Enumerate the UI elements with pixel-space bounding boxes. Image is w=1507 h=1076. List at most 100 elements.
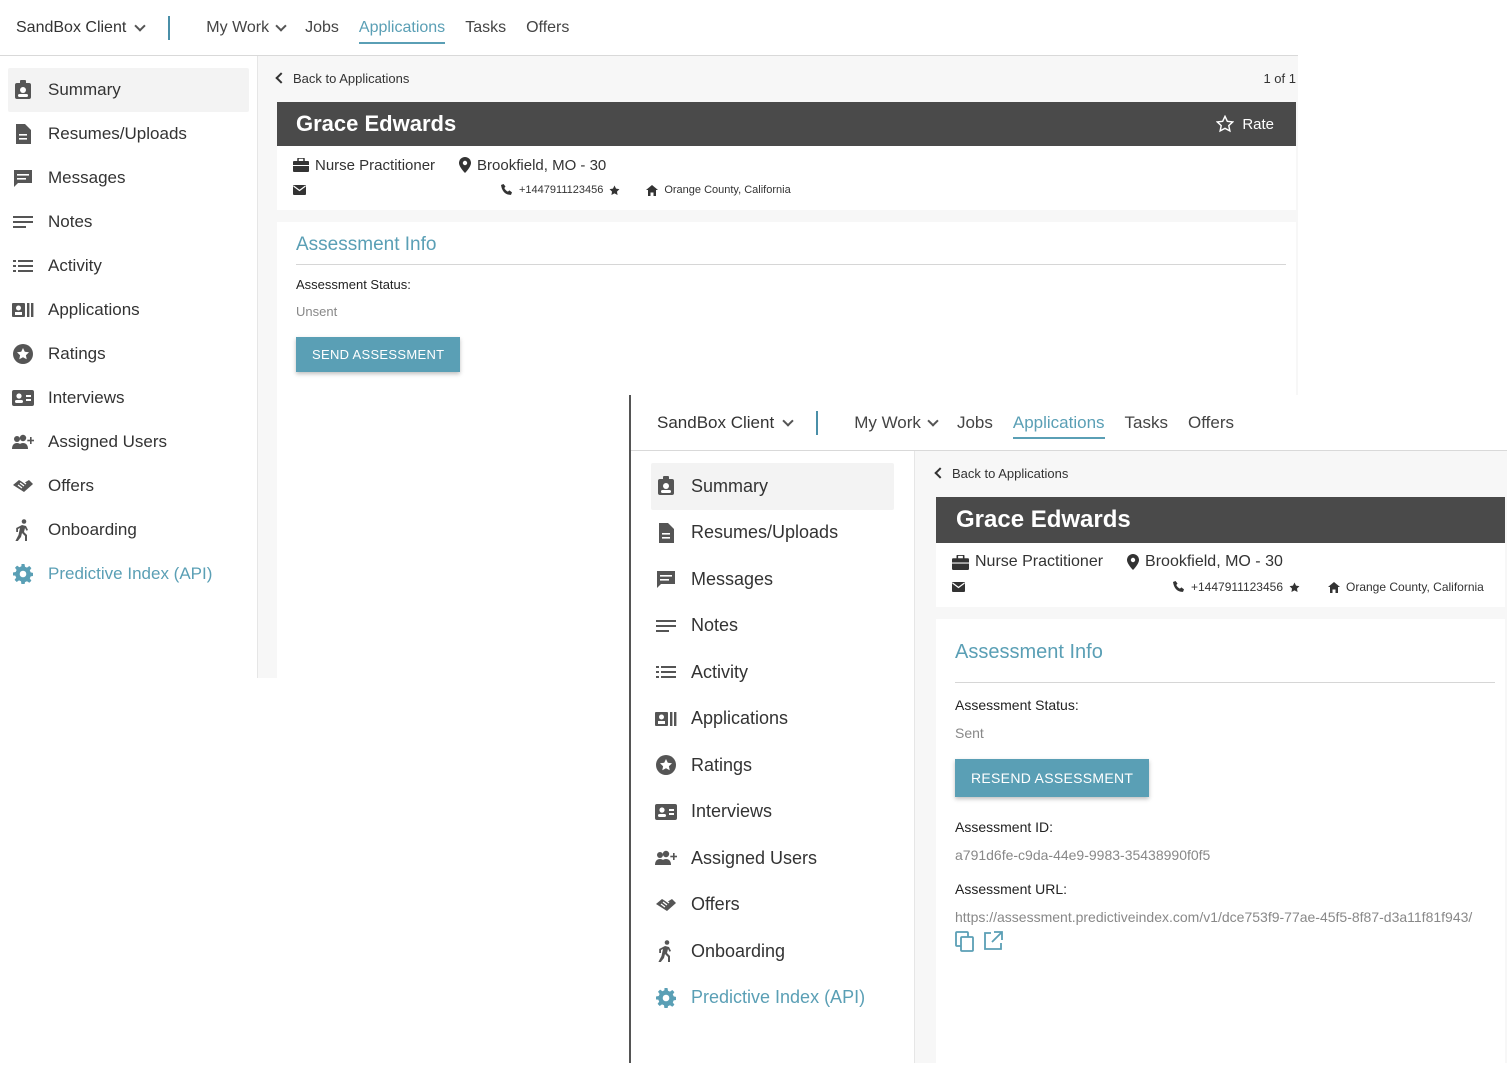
nav-jobs[interactable]: Jobs xyxy=(305,0,339,56)
sidebar-item-offers[interactable]: Offers xyxy=(8,464,249,508)
chevron-down-icon xyxy=(927,414,939,427)
client-switcher[interactable]: SandBox Client xyxy=(0,19,168,37)
candidate-info: Nurse Practitioner Brookfield, MO - 30 +… xyxy=(277,146,1296,210)
star-outline-icon xyxy=(1216,115,1235,133)
sidebar-item-applications[interactable]: Applications xyxy=(8,288,249,332)
map-pin-icon xyxy=(1127,554,1140,570)
top-nav: SandBox Client My Work Jobs Applications… xyxy=(631,395,1507,451)
star-icon xyxy=(1289,582,1300,592)
nav-jobs[interactable]: Jobs xyxy=(957,395,993,451)
nav-offers[interactable]: Offers xyxy=(1188,395,1234,451)
assessment-url-value: https://assessment.predictiveindex.com/v… xyxy=(955,909,1473,925)
interview-icon xyxy=(12,387,34,409)
sidebar-item-interviews[interactable]: Interviews xyxy=(651,789,894,836)
sidebar-item-ratings[interactable]: Ratings xyxy=(8,332,249,376)
assessment-url-label: Assessment URL: xyxy=(955,881,1068,897)
candidate-header: Grace Edwards xyxy=(936,497,1505,543)
applications-icon xyxy=(12,299,34,321)
sidebar-item-notes[interactable]: Notes xyxy=(8,200,249,244)
top-nav: SandBox Client My Work Jobs Applications… xyxy=(0,0,1298,56)
open-external-icon[interactable] xyxy=(983,931,1003,951)
send-assessment-button[interactable]: SEND ASSESSMENT xyxy=(296,337,461,372)
nav-my-work[interactable]: My Work xyxy=(206,0,287,56)
assessment-status-value: Unsent xyxy=(296,304,338,319)
nav-applications[interactable]: Applications xyxy=(358,0,446,56)
client-name: SandBox Client xyxy=(16,18,127,36)
sidebar-item-offers[interactable]: Offers xyxy=(651,882,894,929)
sidebar-item-activity[interactable]: Activity xyxy=(8,244,249,288)
job-title: Nurse Practitioner xyxy=(952,553,1103,571)
email-icon[interactable] xyxy=(293,185,306,195)
email-icon[interactable] xyxy=(952,582,965,592)
sidebar-item-summary[interactable]: Summary xyxy=(651,463,894,510)
star-circle-icon xyxy=(655,754,677,776)
star-icon xyxy=(609,185,620,195)
candidate-name: Grace Edwards xyxy=(956,506,1131,533)
add-user-icon xyxy=(12,431,34,453)
sidebar-item-interviews[interactable]: Interviews xyxy=(8,376,249,420)
sidebar-item-onboarding[interactable]: Onboarding xyxy=(8,508,249,552)
applications-icon xyxy=(655,708,677,730)
back-to-applications-link[interactable]: Back to Applications xyxy=(275,71,409,86)
sidebar-item-assigned-users[interactable]: Assigned Users xyxy=(651,835,894,882)
phone[interactable]: +1447911123456 xyxy=(1173,580,1300,594)
sidebar-item-activity[interactable]: Activity xyxy=(651,649,894,696)
sidebar-item-resumes[interactable]: Resumes/Uploads xyxy=(8,112,249,156)
chevron-down-icon xyxy=(782,414,794,427)
sidebar-item-ratings[interactable]: Ratings xyxy=(651,742,894,789)
star-circle-icon xyxy=(12,343,34,365)
walking-icon xyxy=(12,519,34,541)
nav-offers[interactable]: Offers xyxy=(526,0,569,56)
notes-icon xyxy=(655,615,677,637)
sidebar-item-summary[interactable]: Summary xyxy=(8,68,249,112)
nav-tasks[interactable]: Tasks xyxy=(1125,395,1168,451)
phone[interactable]: +1447911123456 xyxy=(501,184,620,196)
sidebar-item-onboarding[interactable]: Onboarding xyxy=(651,928,894,975)
interview-icon xyxy=(655,801,677,823)
url-actions xyxy=(955,931,1495,953)
assessment-status-label: Assessment Status: xyxy=(296,277,411,292)
message-icon xyxy=(12,167,34,189)
gear-icon xyxy=(12,563,34,585)
nav-applications[interactable]: Applications xyxy=(1012,395,1105,451)
sidebar-item-predictive-index[interactable]: Predictive Index (API) xyxy=(8,552,249,596)
assessment-card-title: Assessment Info xyxy=(296,234,1286,265)
job-location: Brookfield, MO - 30 xyxy=(1127,553,1283,571)
briefcase-icon xyxy=(952,554,969,570)
sidebar-item-assigned-users[interactable]: Assigned Users xyxy=(8,420,249,464)
document-icon xyxy=(12,123,34,145)
home-icon xyxy=(1328,581,1340,593)
sidebar: Summary Resumes/Uploads Messages Notes A… xyxy=(631,451,915,1063)
client-name: SandBox Client xyxy=(657,412,775,432)
walking-icon xyxy=(655,940,677,963)
rate-button[interactable]: Rate xyxy=(1216,115,1274,133)
nav-tasks[interactable]: Tasks xyxy=(465,0,506,56)
sidebar-item-notes[interactable]: Notes xyxy=(651,603,894,650)
resend-assessment-button[interactable]: RESEND ASSESSMENT xyxy=(955,759,1150,797)
list-icon xyxy=(655,661,677,683)
back-to-applications-link[interactable]: Back to Applications xyxy=(934,466,1068,481)
sidebar-item-resumes[interactable]: Resumes/Uploads xyxy=(651,510,894,557)
nav-divider xyxy=(168,15,171,40)
copy-icon[interactable] xyxy=(955,931,975,953)
assessment-status-value: Sent xyxy=(955,725,984,741)
message-icon xyxy=(655,568,677,590)
back-row: Back to Applications 1 of 1 xyxy=(275,68,1296,88)
main-content: Back to Applications Grace Edwards Nurse… xyxy=(915,451,1507,1063)
pager-count: 1 of 1 xyxy=(1263,70,1296,86)
candidate-name: Grace Edwards xyxy=(296,111,457,136)
id-badge-icon xyxy=(12,79,34,101)
address: Orange County, California xyxy=(646,184,791,196)
assessment-id-label: Assessment ID: xyxy=(955,819,1054,835)
back-row: Back to Applications xyxy=(934,463,1505,483)
client-switcher[interactable]: SandBox Client xyxy=(631,413,816,433)
gear-icon xyxy=(655,987,677,1009)
handshake-icon xyxy=(655,894,677,916)
nav-my-work[interactable]: My Work xyxy=(854,395,939,451)
phone-icon xyxy=(1173,581,1184,592)
candidate-info: Nurse Practitioner Brookfield, MO - 30 +… xyxy=(936,543,1505,607)
sidebar-item-messages[interactable]: Messages xyxy=(651,556,894,603)
sidebar-item-applications[interactable]: Applications xyxy=(651,696,894,743)
sidebar-item-predictive-index[interactable]: Predictive Index (API) xyxy=(651,975,894,1022)
sidebar-item-messages[interactable]: Messages xyxy=(8,156,249,200)
